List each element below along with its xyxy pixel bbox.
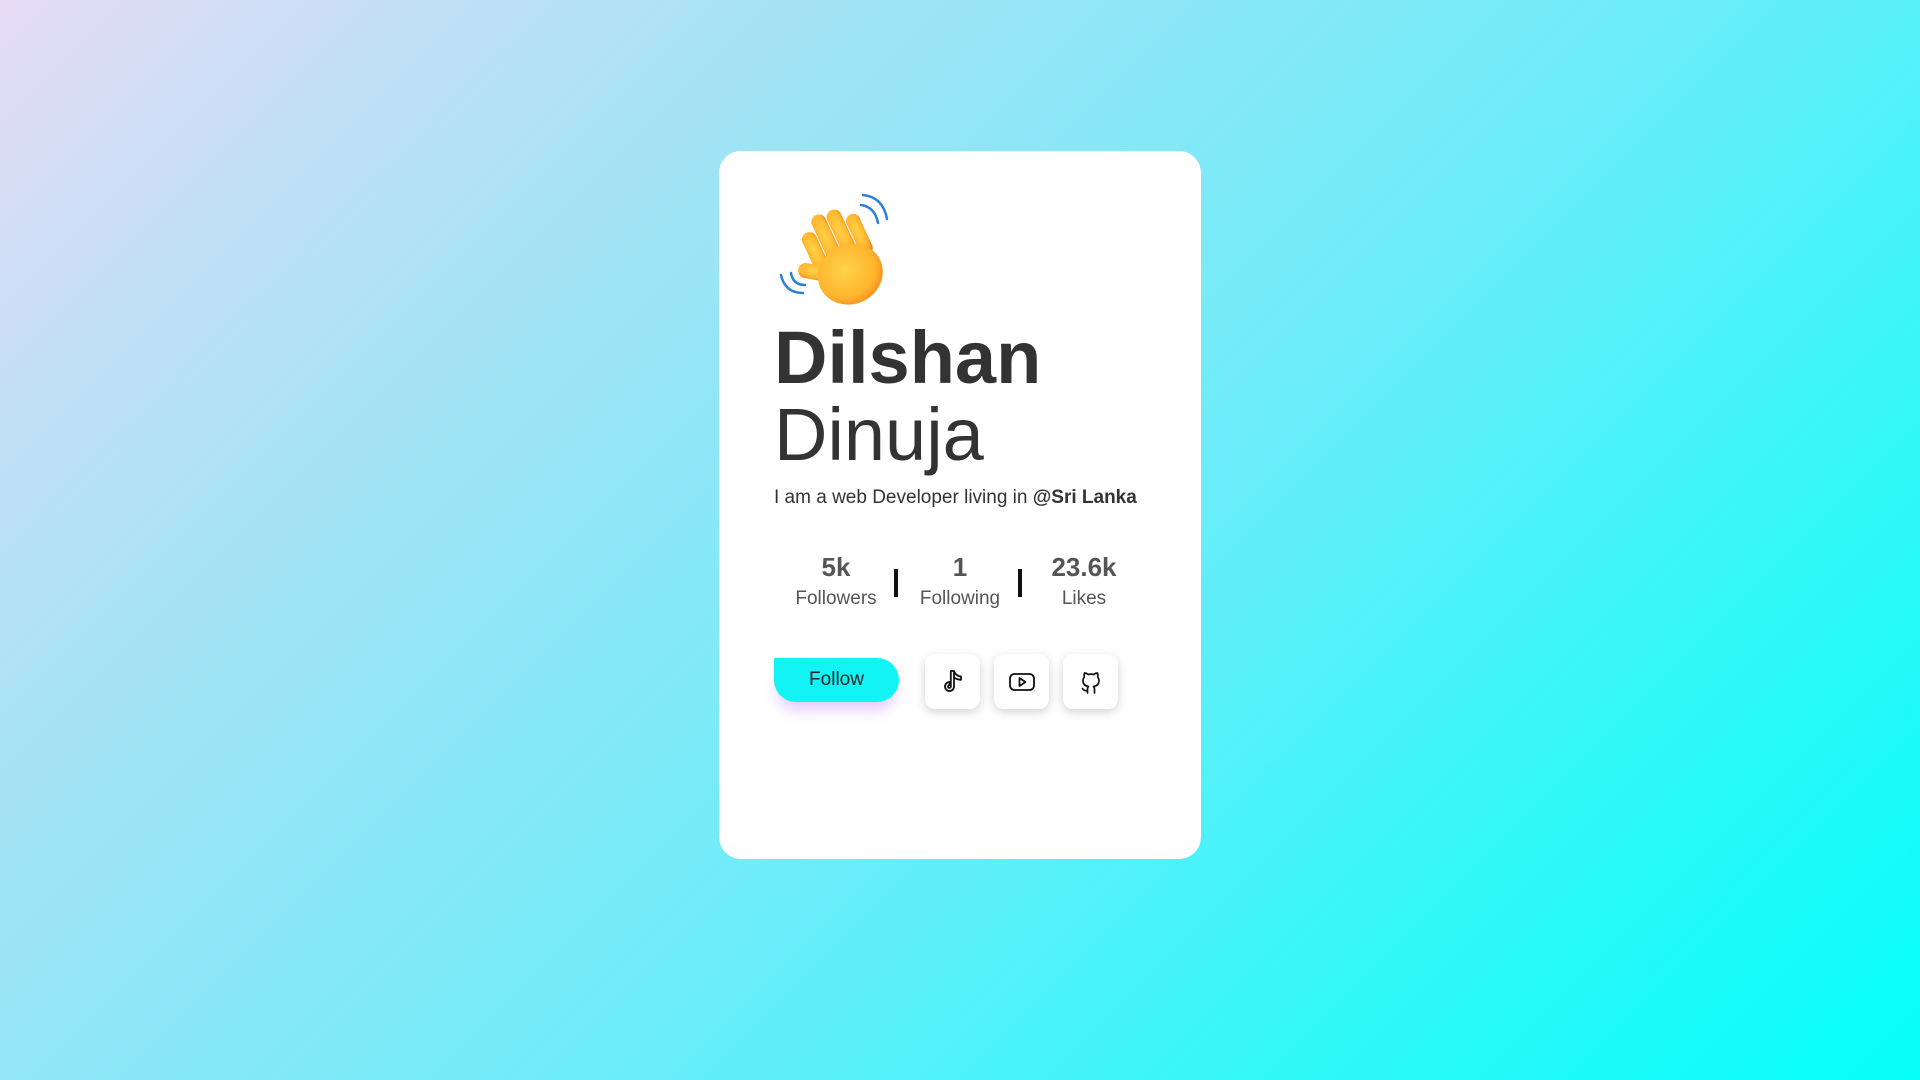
stat-label: Likes (1061, 588, 1107, 609)
stat-value: 5k (821, 552, 851, 582)
stat-likes: 23.6k Likes (1022, 549, 1146, 613)
stat-followers: 5k Followers (774, 549, 898, 613)
bio-location: @Sri Lanka (1032, 487, 1137, 508)
youtube-button[interactable] (994, 654, 1049, 709)
last-name: Dinuja (774, 393, 984, 476)
stats-row: 5k Followers 1 Following 23.6k Likes (774, 549, 1154, 619)
youtube-icon (1008, 672, 1035, 691)
stat-value: 1 (952, 552, 968, 582)
stat-value: 23.6k (1051, 552, 1117, 582)
tiktok-button[interactable] (925, 654, 980, 709)
tiktok-icon (943, 669, 962, 692)
github-button[interactable] (1063, 654, 1118, 709)
github-icon (1081, 671, 1100, 694)
bio-prefix: I am a web Developer living in (774, 487, 1033, 508)
first-name: Dilshan (774, 316, 1042, 399)
stat-following: 1 Following (898, 549, 1022, 613)
stat-label: Followers (795, 588, 877, 609)
stat-label: Following (919, 588, 1001, 609)
profile-card: Dilshan Dinuja I am a web Developer livi… (719, 151, 1201, 859)
follow-button[interactable]: Follow (774, 658, 899, 702)
waving-hand-icon (779, 193, 889, 305)
bio-text: I am a web Developer living in @Sri Lank… (774, 487, 1137, 509)
